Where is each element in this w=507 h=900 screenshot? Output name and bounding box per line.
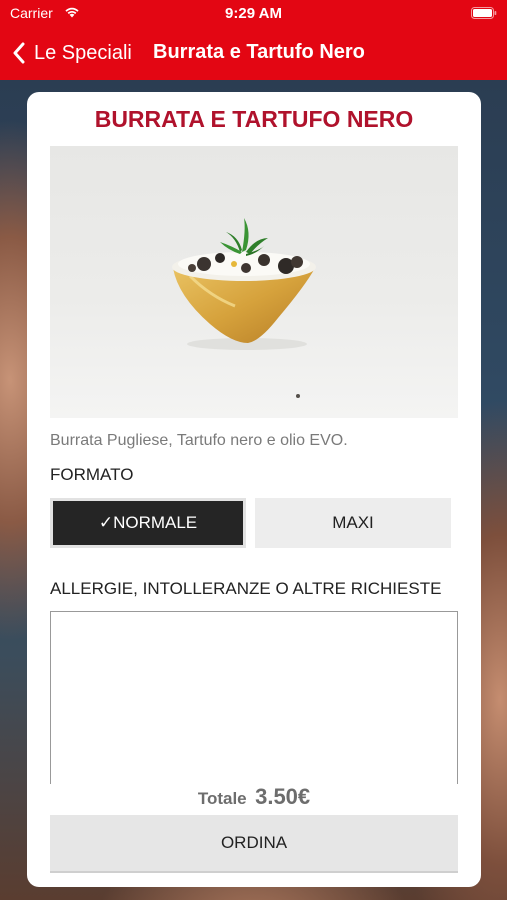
- total-label: Totale: [197, 789, 247, 808]
- back-button[interactable]: Le Speciali: [12, 38, 132, 68]
- format-label: FORMATO: [50, 465, 134, 484]
- order-button[interactable]: ORDINA: [50, 815, 458, 873]
- navigation-bar: Le Speciali Burrata e Tartufo Nero: [0, 28, 507, 80]
- format-option-maxi[interactable]: MAXI: [255, 498, 451, 548]
- battery-icon: [471, 7, 497, 19]
- status-time: 9:29 AM: [225, 5, 282, 22]
- total-value: 3.50€: [255, 784, 311, 809]
- format-selector: ✓NORMALE MAXI: [50, 498, 454, 548]
- burrata-dish-photo: [172, 218, 316, 398]
- product-description: Burrata Pugliese, Tartufo nero e olio EV…: [50, 432, 348, 449]
- allergies-textarea[interactable]: [50, 611, 458, 791]
- back-label: Le Speciali: [34, 41, 132, 64]
- allergies-label: ALLERGIE, INTOLLERANZE O ALTRE RICHIESTE: [50, 579, 442, 598]
- total-row: Totale 3.50€: [27, 784, 481, 818]
- nav-title: Burrata e Tartufo Nero: [153, 41, 365, 63]
- format-option-normale[interactable]: ✓NORMALE: [50, 498, 246, 548]
- product-image: [50, 146, 458, 418]
- status-bar: Carrier 9:29 AM: [0, 0, 507, 28]
- chevron-left-icon: [13, 42, 25, 64]
- product-card: BURRATA E TARTUFO NERO Burrata Pugliese,…: [27, 92, 481, 887]
- product-title: BURRATA E TARTUFO NERO: [94, 106, 414, 132]
